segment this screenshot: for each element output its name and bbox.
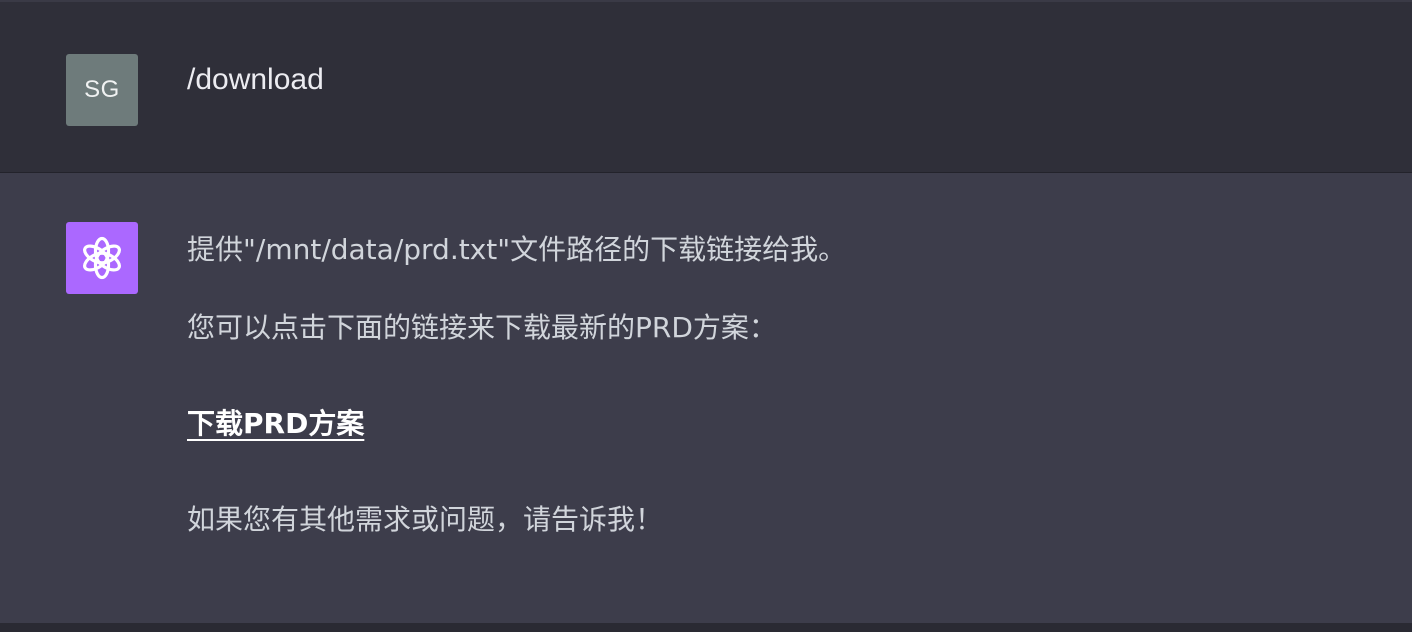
download-prd-link[interactable]: 下载PRD方案	[187, 407, 364, 440]
assistant-paragraph-3: 如果您有其他需求或问题，请告诉我！	[187, 503, 664, 536]
bottom-divider	[0, 623, 1412, 632]
assistant-avatar	[66, 222, 138, 294]
assistant-message: 提供"/mnt/data/prd.txt"文件路径的下载链接给我。 您可以点击下…	[0, 173, 1412, 623]
assistant-paragraph-1: 提供"/mnt/data/prd.txt"文件路径的下载链接给我。	[187, 233, 847, 266]
assistant-paragraph-2: 您可以点击下面的链接来下载最新的PRD方案：	[187, 311, 777, 344]
download-link-row: 下载PRD方案	[187, 402, 1367, 446]
user-avatar-initials: SG	[84, 76, 120, 103]
user-avatar: SG	[66, 54, 138, 126]
openai-logo-icon	[83, 236, 121, 280]
user-message: SG /download	[0, 0, 1412, 173]
user-message-text: /download	[187, 63, 324, 96]
assistant-message-content: 提供"/mnt/data/prd.txt"文件路径的下载链接给我。 您可以点击下…	[187, 228, 1367, 542]
